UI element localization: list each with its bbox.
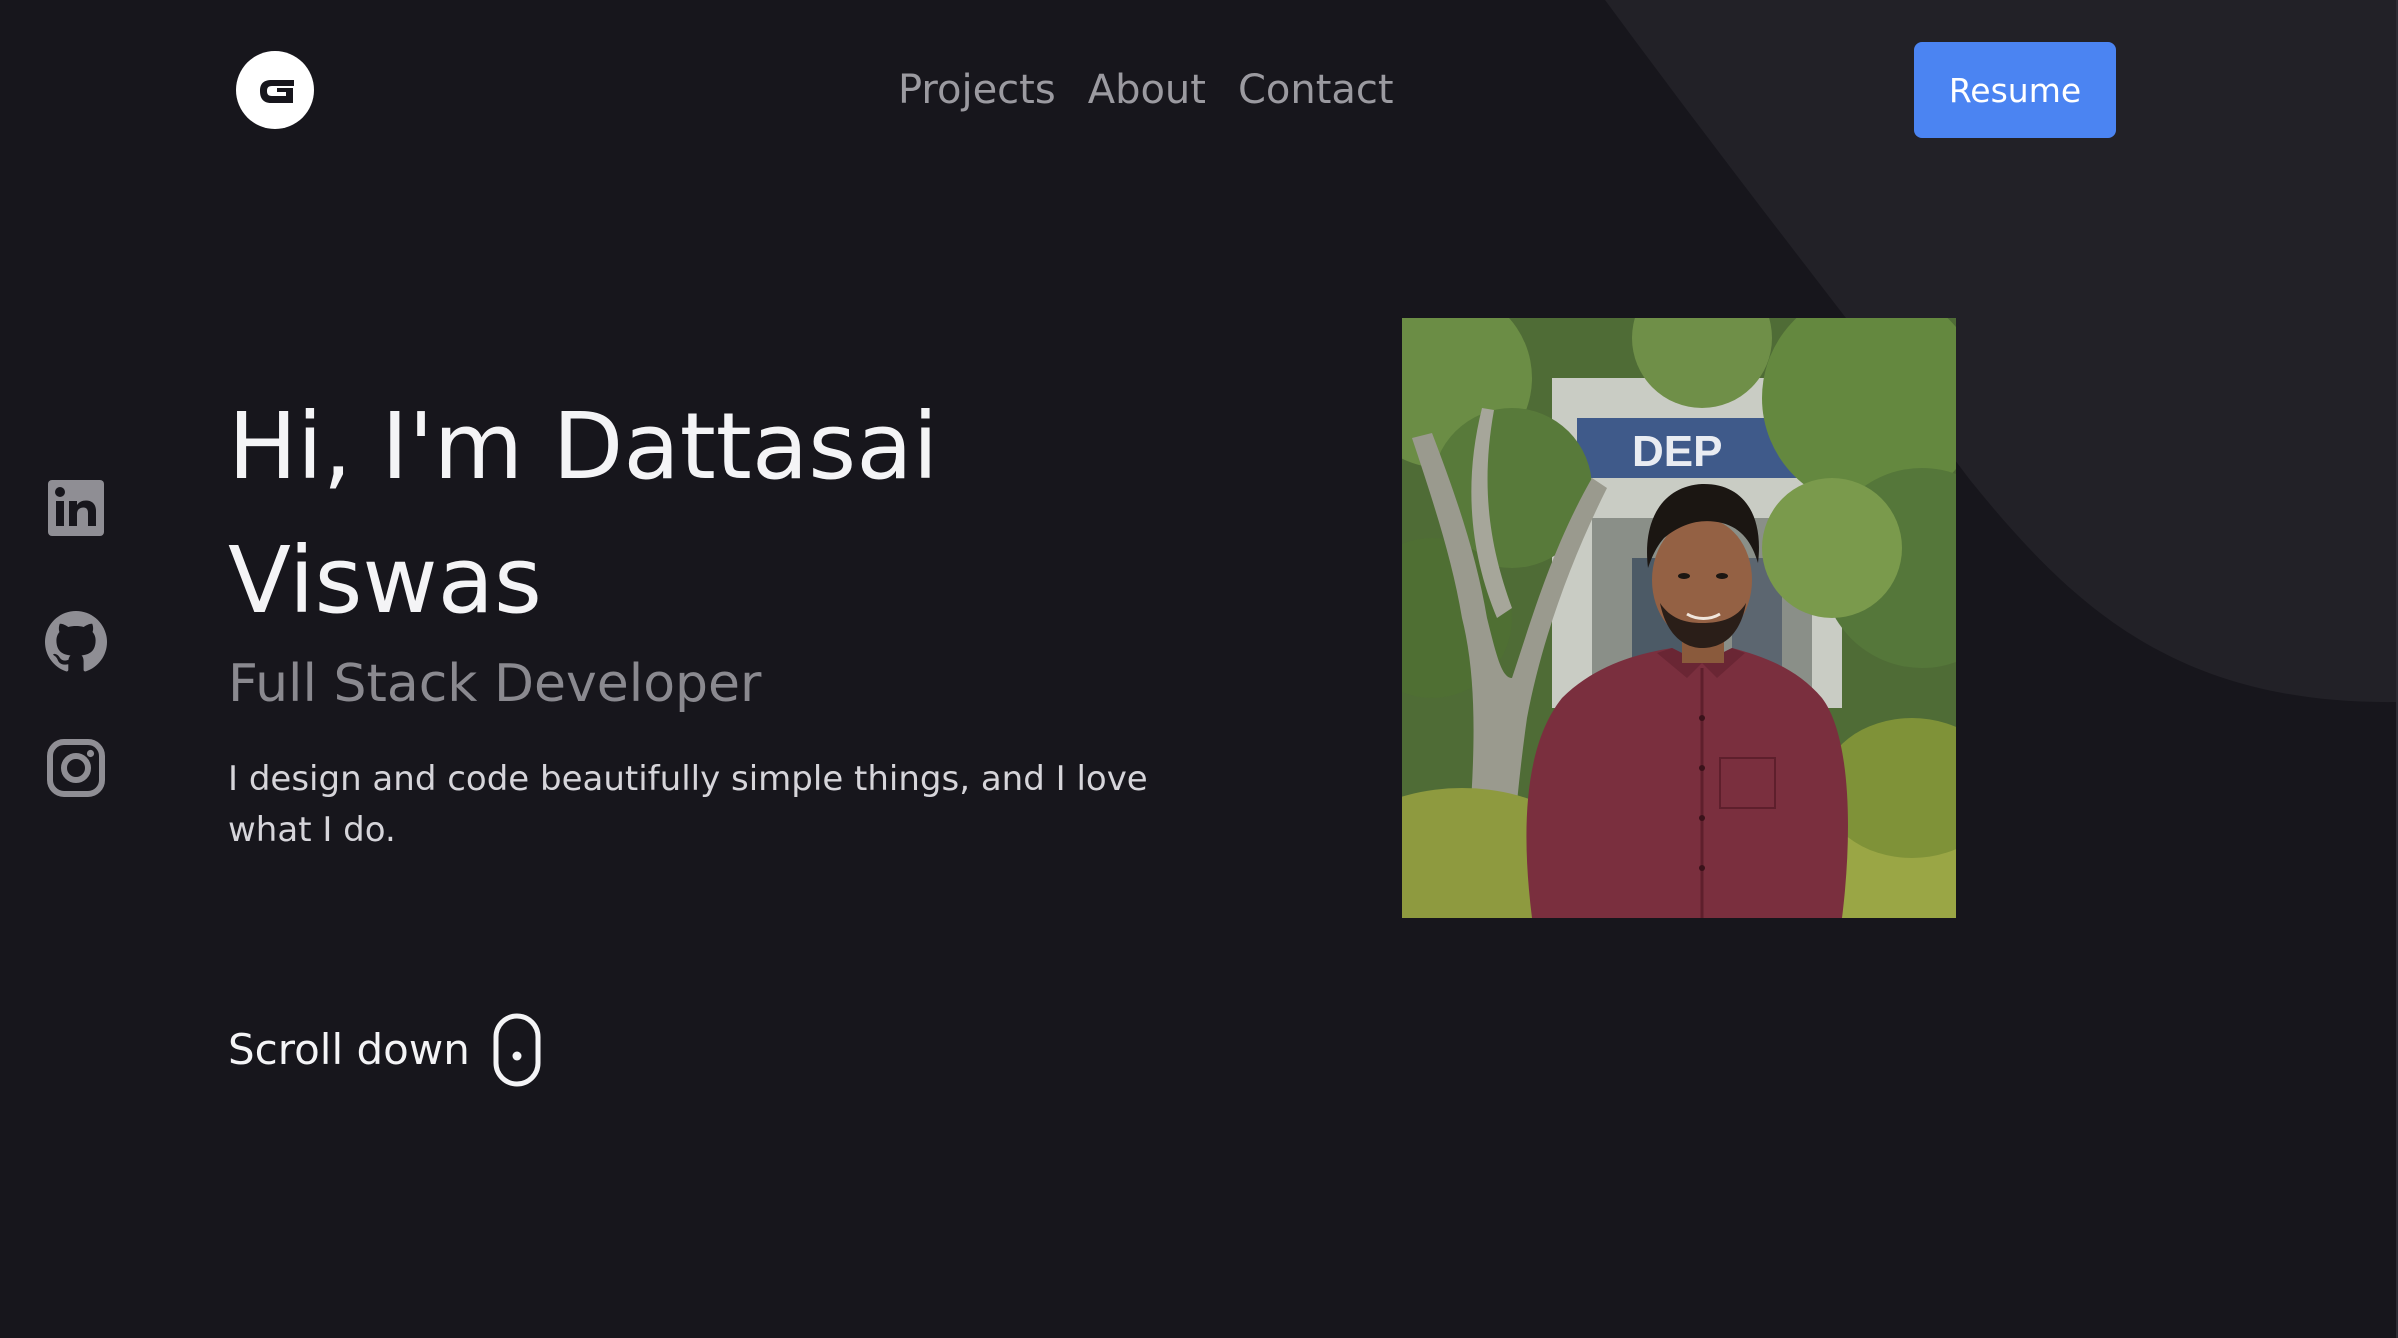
logo[interactable] [236,51,314,129]
scroll-down-link[interactable]: Scroll down [228,1010,542,1090]
hero-subtitle: Full Stack Developer [228,654,762,714]
nav-about-link[interactable]: About [1088,62,1206,118]
github-icon[interactable] [42,608,110,676]
logo-icon [260,80,294,103]
mouse-icon [492,1012,542,1088]
nav-projects-link[interactable]: Projects [898,62,1056,118]
profile-photo: DEP [1402,318,1956,918]
linkedin-icon[interactable] [42,474,110,542]
instagram-icon[interactable] [42,734,110,802]
nav-contact-link[interactable]: Contact [1238,62,1394,118]
portfolio-page: Projects About Contact Resume Hi, I'm Da… [0,0,2398,1338]
building-sign: DEP [1632,427,1722,476]
resume-button[interactable]: Resume [1914,42,2116,138]
hero-description: I design and code beautifully simple thi… [228,759,1148,850]
scroll-down-label: Scroll down [228,1025,470,1074]
main-nav: Projects About Contact [898,62,1394,118]
hero-title: Hi, I'm Dattasai Viswas [228,393,939,634]
